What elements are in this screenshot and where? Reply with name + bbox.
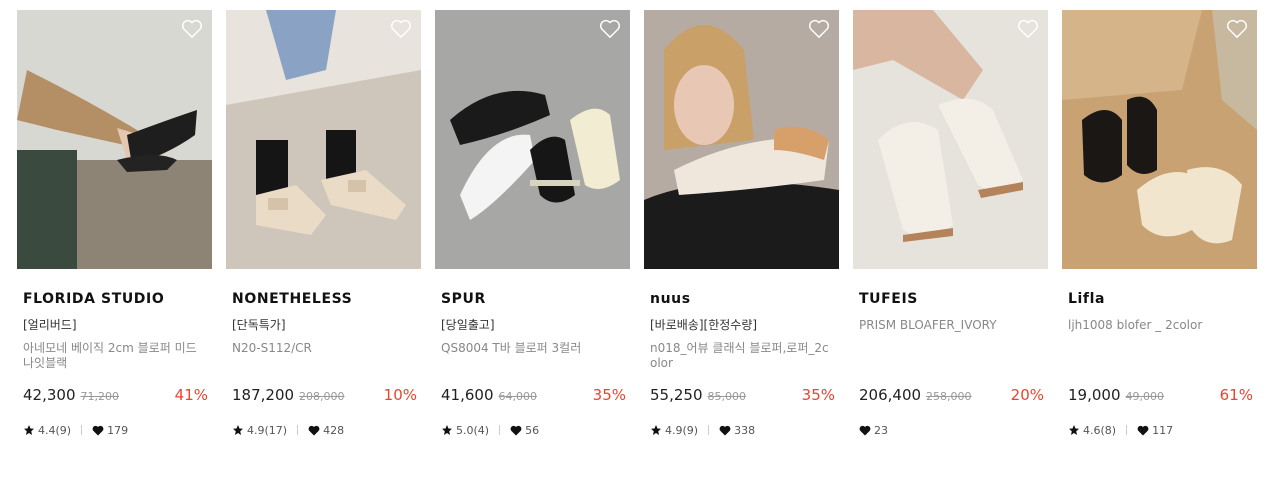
- product-image[interactable]: [226, 10, 421, 269]
- star-icon: [651, 425, 661, 435]
- divider: [297, 425, 299, 435]
- likes-count: 56: [525, 423, 540, 437]
- wishlist-heart-icon[interactable]: [599, 19, 621, 39]
- product-card[interactable]: NONETHELESS [단독특가] N20-S112/CR 187,200 2…: [226, 10, 421, 437]
- wishlist-heart-icon[interactable]: [1226, 19, 1248, 39]
- rating-text: 5.0(4): [456, 423, 490, 437]
- wishlist-heart-icon[interactable]: [1017, 19, 1039, 39]
- price-row: 187,200 208,000 10%: [232, 386, 417, 406]
- heart-filled-icon: [1137, 425, 1149, 435]
- brand-name[interactable]: FLORIDA STUDIO: [23, 290, 212, 308]
- brand-name[interactable]: SPUR: [441, 290, 630, 308]
- product-image[interactable]: [17, 10, 212, 269]
- promo-tag: [단독특가]: [232, 318, 286, 332]
- product-image[interactable]: [435, 10, 630, 269]
- review-meta: 4.9(9) 338: [650, 422, 755, 438]
- review-meta: 4.9(17) 428: [232, 422, 344, 438]
- promo-tag: [당일출고]: [441, 318, 495, 332]
- likes-count: 338: [734, 423, 756, 437]
- review-meta: 4.6(8) 117: [1068, 422, 1173, 438]
- original-price: 49,000: [1125, 390, 1165, 403]
- product-photo-tbar-mules: [435, 10, 630, 269]
- heart-filled-icon: [859, 425, 871, 435]
- sale-price: 206,400: [859, 386, 922, 404]
- price-row: 19,000 49,000 61%: [1068, 386, 1253, 406]
- product-image[interactable]: [853, 10, 1048, 269]
- sale-price: 187,200: [232, 386, 295, 404]
- price-row: 206,400 258,000 20%: [859, 386, 1044, 406]
- brand-name[interactable]: NONETHELESS: [232, 290, 421, 308]
- price-row: 42,300 71,200 41%: [23, 386, 208, 406]
- sale-price: 42,300: [23, 386, 76, 404]
- product-image[interactable]: [1062, 10, 1257, 269]
- price-row: 41,600 64,000 35%: [441, 386, 626, 406]
- brand-name[interactable]: TUFEIS: [859, 290, 1048, 308]
- star-icon: [442, 425, 452, 435]
- review-meta: 23: [859, 422, 888, 438]
- product-card[interactable]: nuus [바로배송][한정수량] n018_어뷰 클래식 블로퍼,로퍼_2co…: [644, 10, 839, 437]
- divider: [1126, 425, 1128, 435]
- original-price: 85,000: [707, 390, 747, 403]
- product-photo-loafer-black: [17, 10, 212, 269]
- brand-name[interactable]: nuus: [650, 290, 839, 308]
- heart-filled-icon: [308, 425, 320, 435]
- divider: [81, 425, 83, 435]
- sale-price: 55,250: [650, 386, 703, 404]
- product-name[interactable]: N20-S112/CR: [232, 341, 411, 371]
- promo-tag: [얼리버드]: [23, 318, 77, 332]
- wishlist-heart-icon[interactable]: [181, 19, 203, 39]
- product-card[interactable]: Lifla ljh1008 blofer _ 2color 19,000 49,…: [1062, 10, 1257, 437]
- product-photo-blofer-2color: [1062, 10, 1257, 269]
- wishlist-heart-icon[interactable]: [808, 19, 830, 39]
- heart-filled-icon: [510, 425, 522, 435]
- rating-text: 4.6(8): [1083, 423, 1117, 437]
- original-price: 258,000: [926, 390, 972, 403]
- product-photo-model-holding-loafer: [644, 10, 839, 269]
- likes-count: 179: [107, 423, 129, 437]
- likes-count: 428: [323, 423, 345, 437]
- product-grid: FLORIDA STUDIO [얼리버드] 아네모네 베이직 2cm 블로퍼 미…: [17, 10, 1257, 437]
- original-price: 64,000: [498, 390, 538, 403]
- discount-rate: 20%: [1010, 386, 1044, 404]
- product-name[interactable]: QS8004 T바 블로퍼 3컬러: [441, 341, 620, 371]
- heart-filled-icon: [719, 425, 731, 435]
- likes-count: 117: [1152, 423, 1174, 437]
- product-photo-loafer-cream: [226, 10, 421, 269]
- original-price: 71,200: [80, 390, 120, 403]
- product-card[interactable]: TUFEIS PRISM BLOAFER_IVORY 206,400 258,0…: [853, 10, 1048, 437]
- product-name[interactable]: 아네모네 베이직 2cm 블로퍼 미드나잇블랙: [23, 341, 202, 371]
- discount-rate: 35%: [801, 386, 835, 404]
- product-photo-bloafer-ivory: [853, 10, 1048, 269]
- product-image[interactable]: [644, 10, 839, 269]
- rating-text: 4.9(9): [665, 423, 699, 437]
- discount-rate: 61%: [1219, 386, 1253, 404]
- heart-filled-icon: [92, 425, 104, 435]
- likes-count: 23: [874, 423, 888, 437]
- discount-rate: 35%: [592, 386, 626, 404]
- review-meta: 5.0(4) 56: [441, 422, 539, 438]
- product-card[interactable]: SPUR [당일출고] QS8004 T바 블로퍼 3컬러 41,600 64,…: [435, 10, 630, 437]
- price-row: 55,250 85,000 35%: [650, 386, 835, 406]
- product-name[interactable]: ljh1008 blofer _ 2color: [1068, 318, 1247, 348]
- promo-tag: [바로배송][한정수량]: [650, 318, 758, 332]
- star-icon: [233, 425, 243, 435]
- wishlist-heart-icon[interactable]: [390, 19, 412, 39]
- discount-rate: 41%: [174, 386, 208, 404]
- product-name[interactable]: PRISM BLOAFER_IVORY: [859, 318, 1038, 348]
- star-icon: [1069, 425, 1079, 435]
- rating-text: 4.4(9): [38, 423, 72, 437]
- rating-text: 4.9(17): [247, 423, 288, 437]
- sale-price: 41,600: [441, 386, 494, 404]
- review-meta: 4.4(9) 179: [23, 422, 128, 438]
- original-price: 208,000: [299, 390, 345, 403]
- divider: [708, 425, 710, 435]
- brand-name[interactable]: Lifla: [1068, 290, 1257, 308]
- discount-rate: 10%: [383, 386, 417, 404]
- product-name[interactable]: n018_어뷰 클래식 블로퍼,로퍼_2color: [650, 341, 829, 371]
- product-card[interactable]: FLORIDA STUDIO [얼리버드] 아네모네 베이직 2cm 블로퍼 미…: [17, 10, 212, 437]
- sale-price: 19,000: [1068, 386, 1121, 404]
- divider: [499, 425, 501, 435]
- star-icon: [24, 425, 34, 435]
